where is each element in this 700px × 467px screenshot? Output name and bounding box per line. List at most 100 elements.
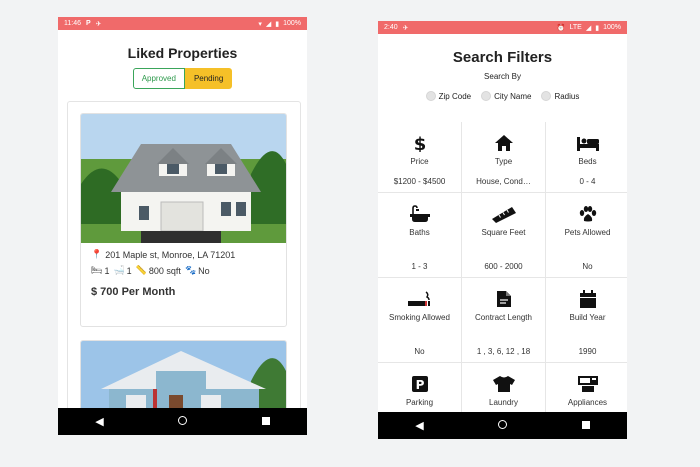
beds-count: 1 — [104, 265, 110, 276]
filter-type[interactable]: Type House, Cond… — [462, 122, 545, 192]
sqft-value: 800 sqft — [148, 265, 181, 276]
calendar-icon — [579, 290, 596, 308]
system-nav-bar: ◀ — [378, 412, 627, 439]
filter-label: Type — [494, 157, 513, 166]
property-address: 201 Maple st, Monroe, LA 71201 — [105, 249, 236, 260]
filter-baths[interactable]: Baths 1 - 3 — [378, 193, 461, 277]
filter-price[interactable]: $ Price $1200 - $4500 — [378, 122, 461, 192]
signal-notification-icon: ✈ — [402, 24, 409, 32]
search-by-options: Zip Code City Name Radius — [378, 91, 627, 101]
filter-label: Beds — [578, 157, 597, 166]
filter-value: No — [582, 262, 593, 271]
parking-notification-icon: P — [86, 20, 91, 27]
bath-icon: 🛁 — [113, 265, 125, 275]
filter-value: 1990 — [578, 347, 597, 356]
property-photo — [81, 114, 286, 243]
status-time: 11:46 — [64, 20, 81, 27]
status-segmented-control: Approved Pending — [58, 68, 307, 89]
filter-value: 1 , 3, 6, 12 , 18 — [476, 347, 531, 356]
filter-value: House, Cond… — [476, 177, 531, 186]
status-time: 2:40 — [384, 24, 398, 31]
home-circle-icon — [178, 415, 187, 425]
filter-label: Contract Length — [475, 313, 532, 322]
recents-button[interactable] — [566, 420, 606, 432]
bath-icon — [409, 205, 430, 222]
battery-level: 100% — [603, 24, 621, 31]
back-button[interactable]: ◀ — [400, 419, 440, 432]
ruler-icon — [491, 207, 516, 223]
battery-icon: ▮ — [275, 20, 280, 28]
radio-label: City Name — [494, 91, 532, 101]
filter-pets-allowed[interactable]: Pets Allowed No — [546, 193, 627, 277]
paw-icon — [579, 206, 596, 222]
cell-signal-icon: ◢ — [585, 24, 592, 32]
filter-contract-length[interactable]: Contract Length 1 , 3, 6, 12 , 18 — [462, 278, 545, 362]
recents-square-icon — [261, 416, 270, 425]
filter-value: 1 - 3 — [411, 262, 428, 271]
battery-level: 100% — [283, 20, 301, 27]
recents-square-icon — [581, 420, 590, 429]
search-by-label: Search By — [484, 72, 521, 81]
filter-value: 0 - 4 — [579, 177, 596, 186]
radio-zip-code[interactable]: Zip Code — [425, 91, 471, 101]
status-bar: 11:46 P ✈ ▾ ◢ ▮ 100% — [58, 17, 307, 30]
property-card[interactable]: 📍 201 Maple st, Monroe, LA 71201 🛏 1 🛁 1 📏… — [80, 113, 287, 327]
home-button[interactable] — [163, 415, 203, 428]
pets-value: No — [198, 265, 210, 276]
filter-label: Square Feet — [481, 228, 526, 237]
filter-label: Pets Allowed — [564, 228, 611, 237]
property-price: $ 700 Per Month — [91, 286, 176, 298]
svg-text:P: P — [415, 378, 424, 392]
smoking-icon — [407, 291, 430, 306]
location-pin-icon: 📍 — [91, 249, 103, 259]
home-button[interactable] — [483, 419, 523, 432]
radio-label: Radius — [554, 91, 580, 101]
contract-icon — [496, 291, 511, 307]
baths-count: 1 — [126, 265, 132, 276]
filter-label: Build Year — [569, 313, 606, 322]
ruler-icon: 📏 — [135, 265, 147, 275]
tab-pending[interactable]: Pending — [184, 68, 233, 89]
home-circle-icon — [498, 419, 507, 429]
recents-button[interactable] — [246, 416, 286, 428]
radio-radius[interactable]: Radius — [541, 91, 579, 101]
filter-grid: $ Price $1200 - $4500 Type House, Cond… … — [378, 122, 627, 423]
bed-icon — [576, 137, 599, 151]
radio-button[interactable] — [425, 91, 436, 101]
filter-label: Price — [410, 157, 429, 166]
cell-signal-icon: ◢ — [265, 20, 272, 28]
back-button[interactable]: ◀ — [80, 415, 120, 428]
filter-smoking-allowed[interactable]: Smoking Allowed No — [378, 278, 461, 362]
network-type: LTE — [569, 24, 582, 31]
filter-value: $1200 - $4500 — [393, 177, 446, 186]
filter-beds[interactable]: Beds 0 - 4 — [546, 122, 627, 192]
svg-text:$: $ — [413, 134, 426, 152]
filter-square-feet[interactable]: Square Feet 600 - 2000 — [462, 193, 545, 277]
filter-value: No — [414, 347, 425, 356]
signal-notification-icon: ✈ — [95, 20, 102, 28]
bed-icon: 🛏 — [91, 265, 103, 275]
home-icon — [494, 135, 513, 151]
wifi-icon: ▾ — [258, 20, 262, 28]
filter-label: Smoking Allowed — [389, 313, 450, 322]
filter-build-year[interactable]: Build Year 1990 — [546, 278, 627, 362]
parking-icon: P — [411, 376, 428, 392]
tab-approved[interactable]: Approved — [132, 68, 185, 89]
appliances-icon — [577, 376, 598, 392]
filter-label: Parking — [405, 398, 434, 407]
system-nav-bar: ◀ — [58, 408, 307, 435]
radio-city-name[interactable]: City Name — [481, 91, 531, 101]
status-bar: 2:40 ✈ ⏰ LTE ◢ ▮ 100% — [378, 21, 627, 34]
radio-button[interactable] — [481, 91, 492, 101]
property-address-row: 📍 201 Maple st, Monroe, LA 71201 — [91, 249, 276, 260]
shirt-icon — [492, 376, 515, 392]
filter-label: Baths — [409, 228, 430, 237]
property-list[interactable]: 📍 201 Maple st, Monroe, LA 71201 🛏 1 🛁 1 📏… — [67, 101, 301, 427]
search-filters-screen: 2:40 ✈ ⏰ LTE ◢ ▮ 100% Search Filters Sea… — [378, 21, 627, 439]
alarm-icon: ⏰ — [556, 24, 566, 32]
dollar-icon: $ — [413, 134, 426, 152]
filter-label: Laundry — [489, 398, 518, 407]
property-features: 🛏 1 🛁 1 📏 800 sqft 🐾 No — [91, 265, 276, 276]
paw-icon: 🐾 — [184, 265, 197, 275]
radio-button[interactable] — [541, 91, 552, 101]
